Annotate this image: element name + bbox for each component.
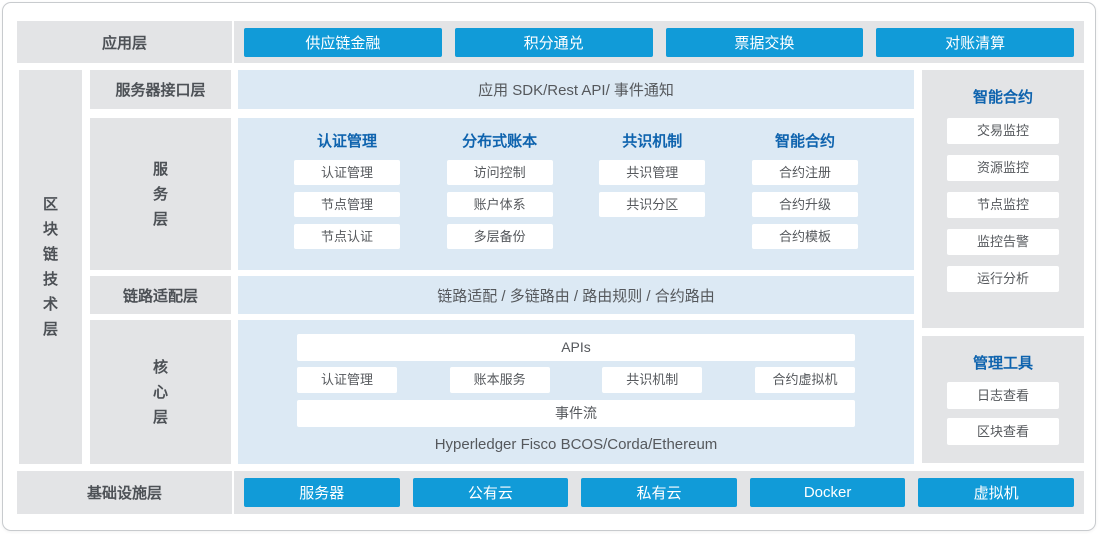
core-layer-panel: APIs 认证管理 账本服务 共识机制 合约虚拟机 事件流 Hyperledge…	[238, 320, 914, 464]
smart-contract-panel: 智能合约 交易监控 资源监控 节点监控 监控告警 运行分析	[922, 70, 1084, 328]
service-item: 共识管理	[599, 160, 705, 185]
app-layer-strip: 供应链金融 积分通兑 票据交换 对账清算	[234, 21, 1084, 63]
management-tools-panel-header: 管理工具	[922, 336, 1084, 373]
platforms-text: Hyperledger Fisco BCOS/Corda/Ethereum	[297, 436, 855, 453]
service-item: 账户体系	[447, 192, 553, 217]
infra-node-vm[interactable]: 虚拟机	[918, 478, 1074, 507]
app-node-points-exchange[interactable]: 积分通兑	[455, 28, 653, 57]
service-column-header: 智能合约	[752, 130, 858, 150]
core-module: 账本服务	[450, 367, 550, 393]
service-column-ledger: 分布式账本 访问控制 账户体系 多层备份	[447, 130, 553, 270]
link-adapter-layer-label: 链路适配层	[90, 276, 231, 314]
service-item: 节点认证	[294, 224, 400, 249]
service-item: 认证管理	[294, 160, 400, 185]
service-item: 共识分区	[599, 192, 705, 217]
monitor-item: 监控告警	[947, 229, 1059, 255]
smart-contract-panel-header: 智能合约	[922, 70, 1084, 107]
server-interface-layer-label: 服务器接口层	[90, 70, 231, 109]
tool-item: 区块查看	[947, 418, 1059, 445]
architecture-diagram-frame: 应用层 供应链金融 积分通兑 票据交换 对账清算 区 块 链 技 术 层 服务器…	[2, 2, 1096, 531]
app-node-reconciliation-clearing[interactable]: 对账清算	[876, 28, 1074, 57]
blockchain-tech-layer-label: 区 块 链 技 术 层	[19, 70, 82, 464]
core-module: 认证管理	[297, 367, 397, 393]
event-stream-bar: 事件流	[297, 400, 855, 427]
monitor-item: 运行分析	[947, 266, 1059, 292]
sdk-rest-api-content: 应用 SDK/Rest API/ 事件通知	[238, 70, 914, 109]
service-item: 合约升级	[752, 192, 858, 217]
service-column-consensus: 共识机制 共识管理 共识分区	[599, 130, 705, 270]
service-layer-label: 服 务 层	[90, 118, 231, 270]
core-layer-label: 核 心 层	[90, 320, 231, 464]
service-item: 合约注册	[752, 160, 858, 185]
infra-node-private-cloud[interactable]: 私有云	[581, 478, 737, 507]
app-layer-label: 应用层	[17, 21, 232, 63]
service-column-header: 分布式账本	[447, 130, 553, 150]
service-column-header: 共识机制	[599, 130, 705, 150]
monitor-item: 节点监控	[947, 192, 1059, 218]
monitor-item: 资源监控	[947, 155, 1059, 181]
app-node-supply-chain-finance[interactable]: 供应链金融	[244, 28, 442, 57]
service-column-header: 认证管理	[294, 130, 400, 150]
infrastructure-layer-label: 基础设施层	[17, 471, 232, 514]
infra-node-public-cloud[interactable]: 公有云	[413, 478, 569, 507]
service-item: 合约模板	[752, 224, 858, 249]
app-node-bill-exchange[interactable]: 票据交换	[666, 28, 864, 57]
service-item: 节点管理	[294, 192, 400, 217]
core-modules-row: 认证管理 账本服务 共识机制 合约虚拟机	[297, 367, 855, 393]
monitor-item: 交易监控	[947, 118, 1059, 144]
service-layer-panel: 认证管理 认证管理 节点管理 节点认证 分布式账本 访问控制 账户体系 多层备份…	[238, 118, 914, 270]
infra-node-server[interactable]: 服务器	[244, 478, 400, 507]
tool-item: 日志查看	[947, 382, 1059, 409]
link-routing-content: 链路适配 / 多链路由 / 路由规则 / 合约路由	[238, 276, 914, 314]
service-column-smart-contract: 智能合约 合约注册 合约升级 合约模板	[752, 130, 858, 270]
management-tools-panel: 管理工具 日志查看 区块查看	[922, 336, 1084, 463]
service-column-auth: 认证管理 认证管理 节点管理 节点认证	[294, 130, 400, 270]
infrastructure-layer-strip: 服务器 公有云 私有云 Docker 虚拟机	[234, 471, 1084, 514]
core-module: 合约虚拟机	[755, 367, 855, 393]
core-module: 共识机制	[602, 367, 702, 393]
infra-node-docker[interactable]: Docker	[750, 478, 906, 507]
service-item: 访问控制	[447, 160, 553, 185]
service-item: 多层备份	[447, 224, 553, 249]
apis-bar: APIs	[297, 334, 855, 361]
